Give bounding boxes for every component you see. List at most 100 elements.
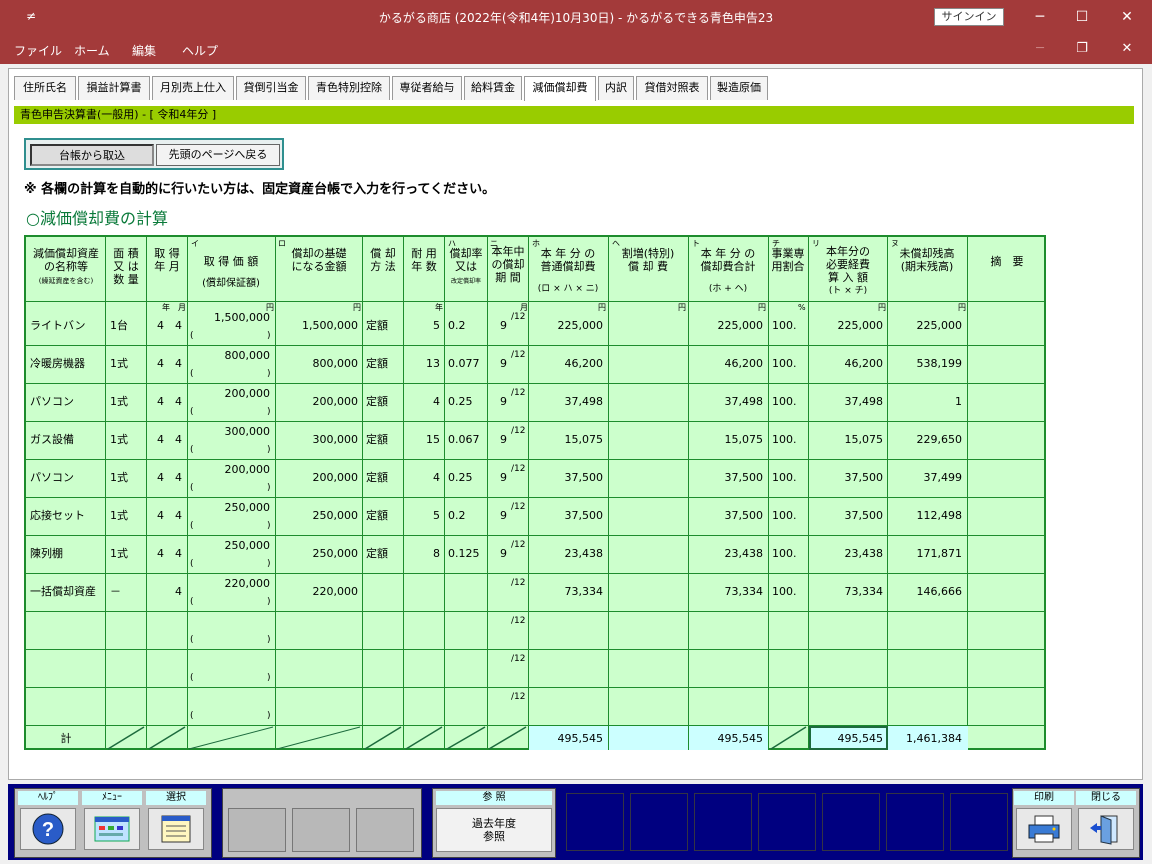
base-amount-cell[interactable]: 250,000 [278, 509, 359, 522]
business-ratio-cell[interactable]: 100. [772, 547, 806, 560]
close-window-button[interactable]: ✕ [1112, 6, 1142, 28]
months-cell[interactable]: 9 [488, 547, 507, 560]
help-icon[interactable]: ? [20, 808, 76, 850]
acq-month-cell[interactable]: 4 [168, 585, 182, 598]
months-cell[interactable]: 9 [488, 509, 507, 522]
life-cell[interactable]: 13 [406, 357, 440, 370]
back-to-first-page-button[interactable]: 先頭のページへ戻る [156, 144, 280, 166]
asset-name-cell[interactable]: パソコン [30, 471, 104, 484]
tab-bad-debt[interactable]: 貸倒引当金 [236, 76, 306, 100]
total-depreciation-cell[interactable]: 23,438 [691, 547, 764, 560]
method-cell[interactable]: 定額 [366, 395, 402, 408]
remaining-balance-cell[interactable]: 225,000 [890, 319, 963, 332]
menu-key[interactable]: ﾒﾆｭｰ [82, 791, 142, 853]
qty-cell[interactable]: 1式 [110, 357, 144, 370]
print-key[interactable]: 印刷 [1014, 791, 1074, 853]
acq-cost-cell[interactable]: 300,000 [190, 425, 271, 438]
business-ratio-cell[interactable]: 100. [772, 433, 806, 446]
life-cell[interactable]: 4 [406, 395, 440, 408]
normal-depreciation-cell[interactable]: 23,438 [531, 547, 604, 560]
business-ratio-cell[interactable]: 100. [772, 585, 806, 598]
method-cell[interactable]: 定額 [366, 357, 402, 370]
expense-amount-cell[interactable]: 73,334 [811, 585, 884, 598]
printer-icon[interactable] [1016, 808, 1072, 850]
tab-income-statement[interactable]: 損益計算書 [78, 76, 150, 100]
acq-year-cell[interactable]: 4 [150, 395, 164, 408]
normal-depreciation-cell[interactable]: 15,075 [531, 433, 604, 446]
acq-cost-cell[interactable]: 200,000 [190, 387, 271, 400]
months-cell[interactable]: 9 [488, 319, 507, 332]
total-depreciation-cell[interactable]: 225,000 [691, 319, 764, 332]
acq-cost-cell[interactable]: 250,000 [190, 539, 271, 552]
normal-depreciation-cell[interactable]: 73,334 [531, 585, 604, 598]
method-cell[interactable]: 定額 [366, 509, 402, 522]
method-cell[interactable]: 定額 [366, 547, 402, 560]
business-ratio-cell[interactable]: 100. [772, 509, 806, 522]
qty-cell[interactable]: 1式 [110, 509, 144, 522]
acq-year-cell[interactable]: 4 [150, 319, 164, 332]
menu-icon[interactable] [84, 808, 140, 850]
tab-depreciation[interactable]: 減価償却費 [524, 76, 596, 101]
tab-wages[interactable]: 給料賃金 [464, 76, 522, 100]
normal-depreciation-cell[interactable]: 37,498 [531, 395, 604, 408]
tab-breakdown[interactable]: 内訳 [598, 76, 634, 100]
expense-amount-cell[interactable]: 37,500 [811, 471, 884, 484]
menu-edit[interactable]: 編集 [132, 42, 156, 59]
select-key[interactable]: 選択 [146, 791, 206, 853]
months-cell[interactable]: 9 [488, 433, 507, 446]
life-cell[interactable]: 15 [406, 433, 440, 446]
menu-help[interactable]: ヘルプ [182, 42, 218, 59]
rate-cell[interactable]: 0.077 [448, 357, 486, 370]
acq-month-cell[interactable]: 4 [168, 471, 182, 484]
tab-monthly-sales[interactable]: 月別売上仕入 [152, 76, 234, 100]
maximize-button[interactable]: ☐ [1067, 6, 1097, 28]
qty-cell[interactable]: 1台 [110, 319, 144, 332]
normal-depreciation-cell[interactable]: 46,200 [531, 357, 604, 370]
expense-amount-cell[interactable]: 37,500 [811, 509, 884, 522]
close-key[interactable]: 閉じる [1076, 791, 1136, 853]
tab-blue-deduction[interactable]: 青色特別控除 [308, 76, 390, 100]
months-cell[interactable]: 9 [488, 471, 507, 484]
total-depreciation-cell[interactable]: 15,075 [691, 433, 764, 446]
acq-month-cell[interactable]: 4 [168, 509, 182, 522]
rate-cell[interactable]: 0.2 [448, 319, 486, 332]
remaining-balance-cell[interactable]: 1 [890, 395, 962, 408]
doc-close-button[interactable]: ✕ [1112, 38, 1142, 60]
acq-year-cell[interactable]: 4 [150, 433, 164, 446]
total-depreciation-cell[interactable]: 73,334 [691, 585, 764, 598]
life-cell[interactable]: 4 [406, 471, 440, 484]
qty-cell[interactable]: 1式 [110, 433, 144, 446]
qty-cell[interactable]: － [110, 585, 144, 598]
remaining-balance-cell[interactable]: 37,499 [890, 471, 963, 484]
remaining-balance-cell[interactable]: 229,650 [890, 433, 963, 446]
acq-month-cell[interactable]: 4 [168, 357, 182, 370]
rate-cell[interactable]: 0.067 [448, 433, 486, 446]
tab-family-salary[interactable]: 専従者給与 [392, 76, 462, 100]
acq-month-cell[interactable]: 4 [168, 395, 182, 408]
qty-cell[interactable]: 1式 [110, 471, 144, 484]
rate-cell[interactable]: 0.25 [448, 395, 486, 408]
remaining-balance-cell[interactable]: 112,498 [890, 509, 963, 522]
tab-address[interactable]: 住所氏名 [14, 76, 76, 100]
months-cell[interactable]: 9 [488, 395, 507, 408]
remaining-balance-cell[interactable]: 538,199 [890, 357, 963, 370]
remaining-balance-cell[interactable]: 171,871 [890, 547, 963, 560]
method-cell[interactable]: 定額 [366, 471, 402, 484]
expense-amount-cell[interactable]: 46,200 [811, 357, 884, 370]
rate-cell[interactable]: 0.2 [448, 509, 486, 522]
normal-depreciation-cell[interactable]: 37,500 [531, 471, 604, 484]
life-cell[interactable]: 5 [406, 509, 440, 522]
total-depreciation-cell[interactable]: 37,500 [691, 471, 764, 484]
doc-restore-button[interactable]: ❐ [1067, 38, 1097, 60]
rate-cell[interactable]: 0.25 [448, 471, 486, 484]
asset-name-cell[interactable]: 陳列棚 [30, 547, 104, 560]
import-from-ledger-button[interactable]: 台帳から取込 [30, 144, 154, 166]
exit-door-icon[interactable] [1078, 808, 1134, 850]
asset-name-cell[interactable]: ライトバン [30, 319, 104, 332]
total-depreciation-cell[interactable]: 46,200 [691, 357, 764, 370]
qty-cell[interactable]: 1式 [110, 395, 144, 408]
business-ratio-cell[interactable]: 100. [772, 319, 806, 332]
base-amount-cell[interactable]: 1,500,000 [278, 319, 358, 332]
doc-minimize-button[interactable]: ─ [1025, 38, 1055, 60]
acq-cost-cell[interactable]: 200,000 [190, 463, 271, 476]
